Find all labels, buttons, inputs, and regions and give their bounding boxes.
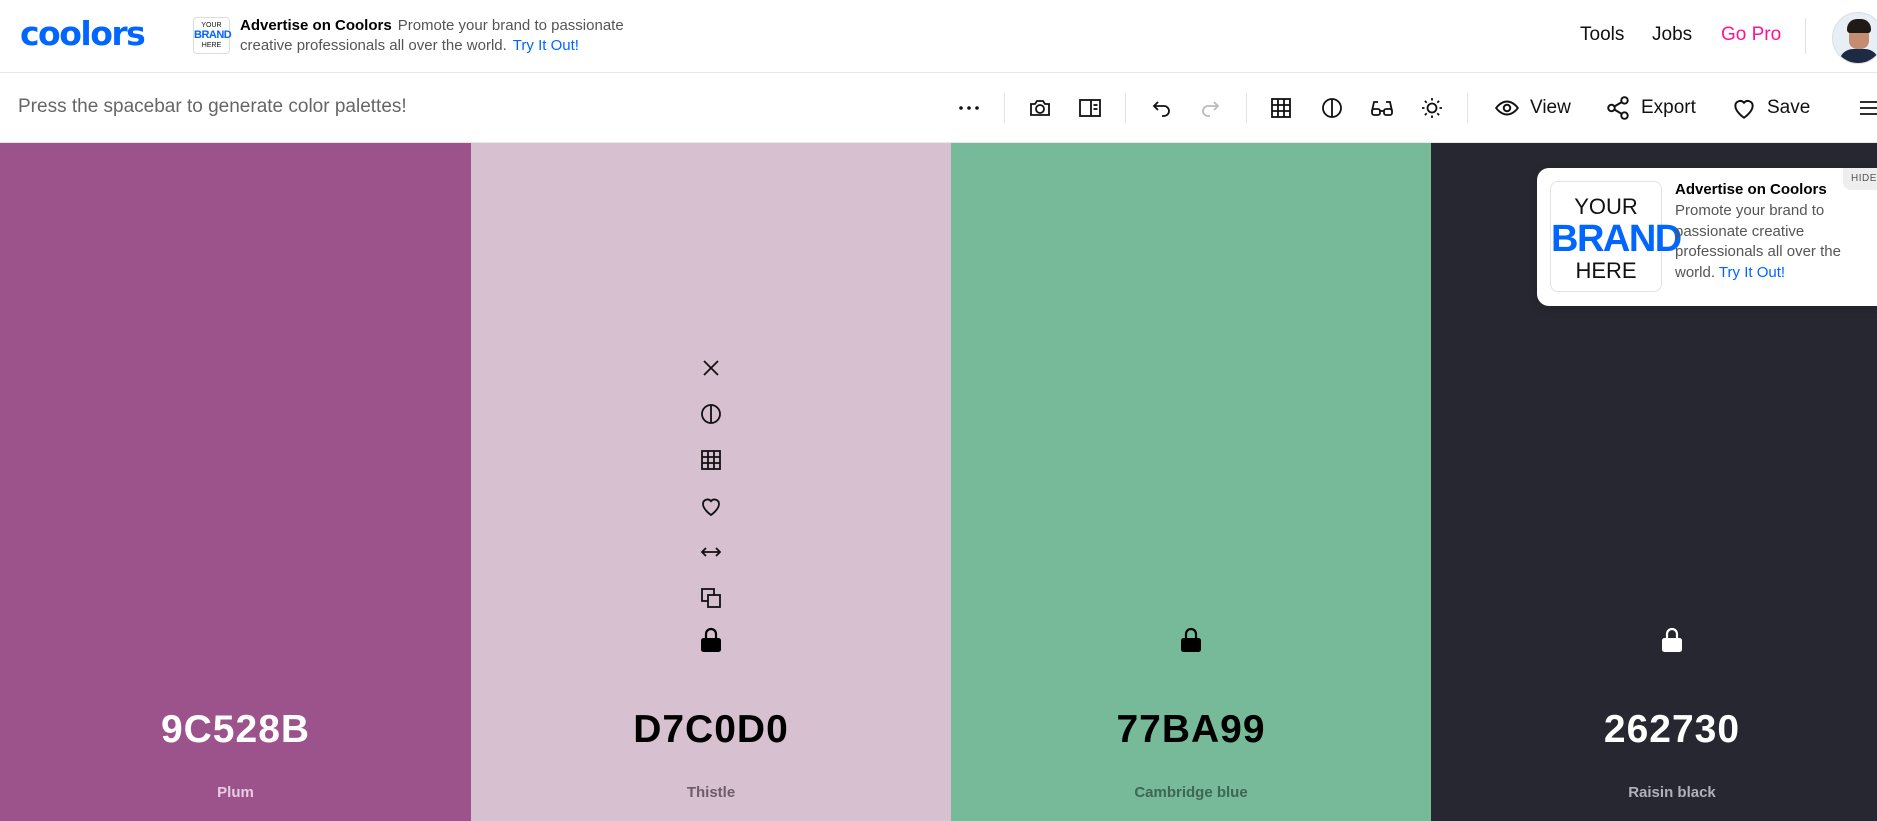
coolors-logo[interactable]: coolors <box>20 14 146 53</box>
ad-logo-here: HERE <box>201 42 222 49</box>
hex-code[interactable]: 9C528B <box>0 708 471 752</box>
color-name[interactable]: Cambridge blue <box>951 784 1431 801</box>
top-bar: coolors YOUR BRAND HERE Advertise on Coo… <box>0 0 1877 73</box>
eye-icon <box>1494 100 1520 116</box>
hex-code[interactable]: 262730 <box>1431 708 1877 752</box>
export-label: Export <box>1641 97 1696 118</box>
nav-jobs[interactable]: Jobs <box>1652 24 1692 46</box>
avatar[interactable] <box>1832 12 1877 64</box>
ad-card-logo-here: HERE <box>1575 258 1637 283</box>
ad-cta-link[interactable]: Try It Out! <box>513 37 579 54</box>
lock-icon[interactable] <box>1657 625 1687 655</box>
color-name[interactable]: Raisin black <box>1431 784 1877 801</box>
view-label: View <box>1530 97 1571 118</box>
copy-icon[interactable] <box>696 583 726 613</box>
toolbar-divider <box>1246 93 1247 123</box>
glasses-icon[interactable] <box>1367 93 1397 123</box>
ad-card-cta-link[interactable]: Try It Out! <box>1719 264 1785 281</box>
ad-card-title: Advertise on Coolors <box>1675 181 1827 198</box>
ad-logo-brand: BRAND <box>194 29 232 41</box>
nav-divider <box>1805 18 1806 54</box>
hex-code[interactable]: D7C0D0 <box>471 708 951 752</box>
color-name[interactable]: Thistle <box>471 784 951 801</box>
nav-go-pro[interactable]: Go Pro <box>1721 24 1781 46</box>
nav-tools[interactable]: Tools <box>1580 24 1624 46</box>
ad-card[interactable]: YOUR BRAND HERE Advertise on Coolors Pro… <box>1537 168 1877 306</box>
heart-icon[interactable] <box>696 491 726 521</box>
toolbar-divider <box>1125 93 1126 123</box>
ad-card-logo-your: YOUR <box>1574 194 1638 219</box>
lock-icon[interactable] <box>1176 625 1206 655</box>
share-icon <box>1607 96 1629 120</box>
toolbar-divider <box>1004 93 1005 123</box>
redo-icon[interactable] <box>1196 93 1226 123</box>
toolbar-divider <box>1467 93 1468 123</box>
hamburger-menu-icon[interactable] <box>1854 93 1877 123</box>
color-swatch[interactable]: 9C528B Plum <box>0 143 471 821</box>
brightness-icon[interactable] <box>1417 93 1447 123</box>
color-swatch[interactable]: 77BA99 Cambridge blue <box>951 143 1431 821</box>
hex-code[interactable]: 77BA99 <box>951 708 1431 752</box>
ad-card-logo: YOUR BRAND HERE <box>1550 181 1682 292</box>
split-view-icon[interactable] <box>1075 93 1105 123</box>
spacebar-hint: Press the spacebar to generate color pal… <box>18 96 407 117</box>
contrast-icon[interactable] <box>1317 93 1347 123</box>
ad-logo-your: YOUR <box>201 22 222 29</box>
ad-brand-thumbnail[interactable]: YOUR BRAND HERE <box>193 17 232 54</box>
grid-icon[interactable] <box>696 445 726 475</box>
export-button[interactable]: Export <box>1605 93 1696 123</box>
save-label: Save <box>1767 97 1811 118</box>
contrast-icon[interactable] <box>696 399 726 429</box>
ad-card-description: Promote your brand to passionate creativ… <box>1675 201 1870 283</box>
grid-icon[interactable] <box>1266 93 1296 123</box>
toolbar: Press the spacebar to generate color pal… <box>0 73 1877 143</box>
color-swatch[interactable]: D7C0D0 Thistle <box>471 143 951 821</box>
lock-icon[interactable] <box>696 625 726 655</box>
header-ad-text: Advertise on Coolors Promote your brand t… <box>240 16 680 56</box>
view-button[interactable]: View <box>1494 93 1571 123</box>
swatch-tools <box>696 353 726 629</box>
ad-card-logo-brand: BRAND <box>1551 218 1682 260</box>
color-name[interactable]: Plum <box>0 784 471 801</box>
drag-icon[interactable] <box>696 537 726 567</box>
save-button[interactable]: Save <box>1731 93 1810 123</box>
undo-icon[interactable] <box>1146 93 1176 123</box>
more-icon[interactable] <box>954 93 984 123</box>
ad-title: Advertise on Coolors <box>240 17 392 34</box>
camera-icon[interactable] <box>1025 93 1055 123</box>
hide-ad-button[interactable]: HIDE <box>1843 168 1877 190</box>
heart-icon <box>1734 100 1754 119</box>
close-icon[interactable] <box>696 353 726 383</box>
